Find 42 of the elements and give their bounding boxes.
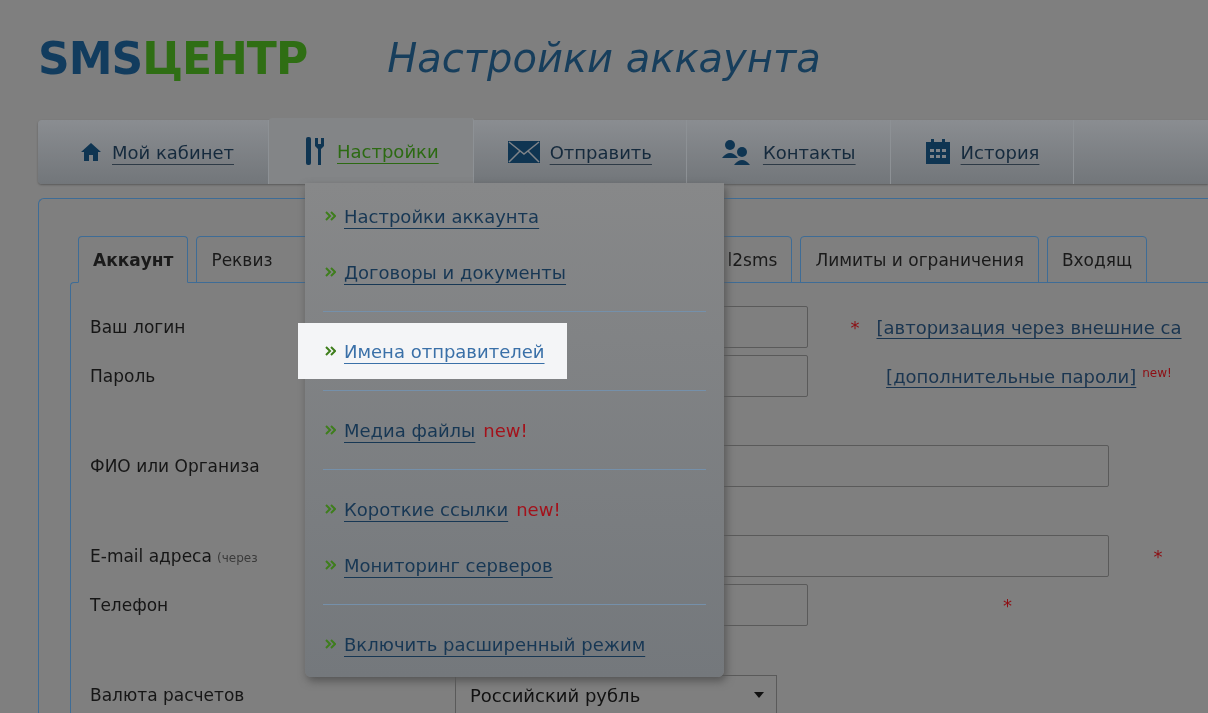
nav-tab[interactable]: История [890, 120, 1075, 184]
required-mark: * [1152, 545, 1163, 567]
field-label: E-mail адреса [90, 546, 212, 566]
field-label: Ваш логин [90, 317, 186, 337]
double-chevron-icon [325, 211, 336, 221]
currency-select[interactable]: Российский рубль [455, 675, 777, 713]
home-icon [80, 142, 102, 162]
required-mark: * [849, 316, 860, 338]
menu-item[interactable]: Имена отправителей [298, 323, 567, 379]
menu-item[interactable]: Медиа файлы new! [305, 402, 548, 458]
required-mark: * [1002, 594, 1012, 616]
double-chevron-icon [325, 267, 336, 277]
double-chevron-icon [325, 504, 336, 514]
new-label: new! [483, 419, 528, 441]
menu-item[interactable]: Договоры и документы [305, 244, 587, 300]
double-chevron-icon [325, 639, 336, 649]
new-label: new! [516, 498, 561, 520]
logo: SMSЦЕНТР [38, 32, 308, 84]
menu-item[interactable]: Включить расширенный режим [305, 616, 666, 672]
tools-icon [303, 136, 327, 166]
page-title: Настройки аккаунта [387, 35, 821, 81]
sub-tab[interactable]: Аккаунт [78, 236, 189, 283]
sub-tab[interactable]: Входящ [1046, 236, 1147, 283]
menu-item[interactable]: Мониторинг серверов [305, 537, 573, 593]
link[interactable]: [дополнительные пароли] [886, 365, 1137, 387]
field-note: (через [217, 551, 258, 565]
field-label: Валюта расчетов [90, 685, 245, 705]
field-label: Телефон [90, 595, 169, 615]
field-label: ФИО или Организа [90, 456, 260, 476]
menu-item[interactable]: Настройки аккаунта [305, 188, 560, 244]
double-chevron-icon [325, 346, 336, 356]
menu-item[interactable]: Короткие ссылки new! [305, 481, 581, 537]
sub-tab[interactable]: Лимиты и ограничения [800, 236, 1039, 283]
double-chevron-icon [325, 560, 336, 570]
caret-icon [754, 692, 764, 698]
new-label: new! [1142, 365, 1172, 380]
field-label: Пароль [90, 366, 156, 386]
calendar-icon [924, 139, 951, 165]
double-chevron-icon [325, 425, 336, 435]
link[interactable]: [авторизация через внешние са [876, 316, 1182, 338]
people-icon [720, 139, 753, 165]
envelope-icon [507, 141, 540, 163]
